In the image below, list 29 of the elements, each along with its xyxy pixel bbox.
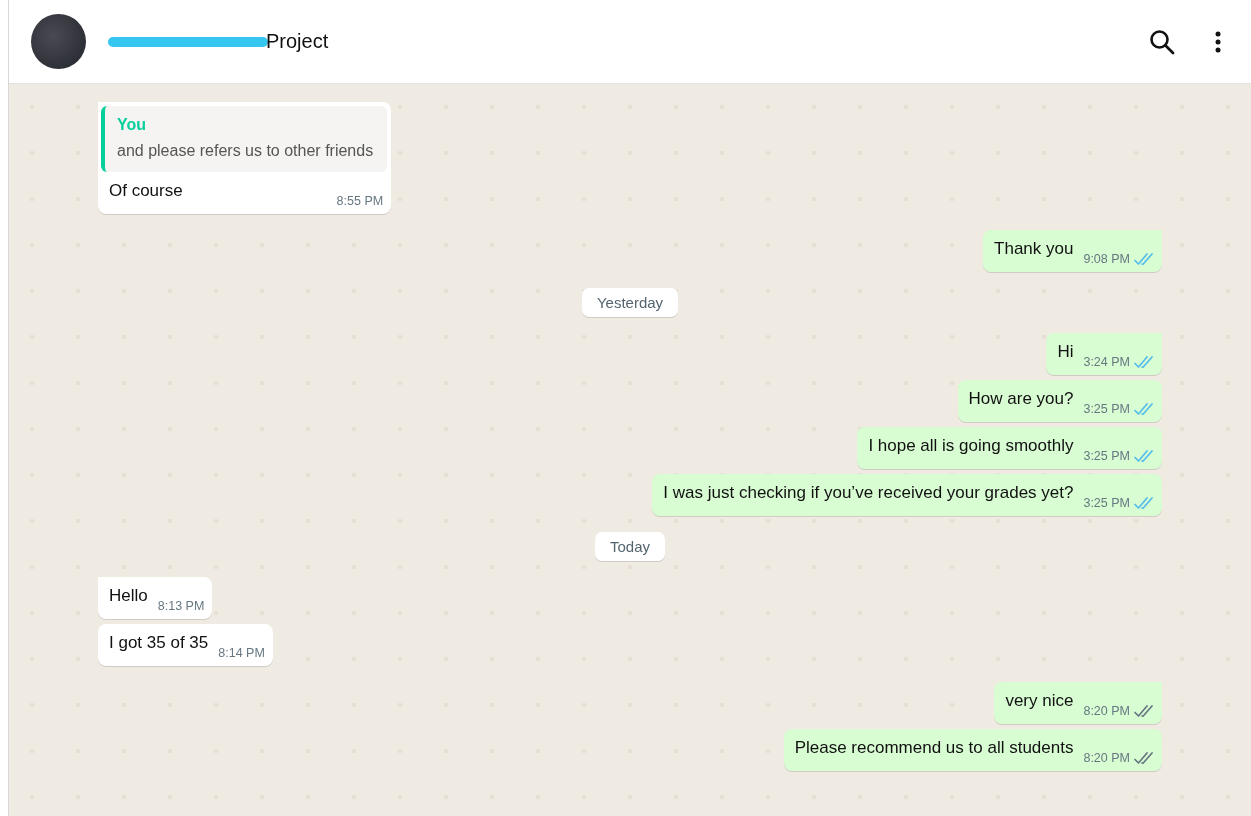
message-text: Thank you — [994, 239, 1074, 260]
avatar-photo-placeholder[interactable] — [31, 14, 86, 69]
message-time: 3:25 PM — [1083, 449, 1130, 463]
message-time: 9:08 PM — [1083, 252, 1130, 266]
message-text: Please recommend us to all students — [794, 738, 1074, 759]
chat-title: Project — [266, 30, 329, 53]
quoted-message[interactable]: You and please refers us to other friends — [101, 106, 388, 172]
search-icon[interactable] — [1149, 28, 1175, 55]
message-time: 3:25 PM — [1083, 402, 1130, 416]
message-time: 8:55 PM — [336, 194, 384, 208]
message-text: I hope all is going smoothly — [868, 436, 1074, 457]
menu-icon[interactable] — [1215, 30, 1221, 53]
message-text: Hi — [1057, 342, 1074, 363]
date-chip: Today — [595, 532, 665, 561]
message-time: 8:20 PM — [1083, 751, 1130, 765]
quote-author: You — [117, 116, 148, 134]
message-text: Of course — [109, 181, 183, 202]
message-text: I was just checking if you’ve received your grades yet? — [663, 483, 1074, 504]
message-text: How are you? — [968, 389, 1074, 410]
message-time: 8:20 PM — [1083, 704, 1130, 718]
message-time: 3:24 PM — [1083, 355, 1130, 369]
message-time: 3:25 PM — [1083, 496, 1130, 510]
message-text: Hello — [109, 586, 148, 607]
message-time: 8:13 PM — [157, 599, 205, 613]
date-chip: Yesterday — [581, 288, 679, 317]
message-text: I got 35 of 35 — [109, 633, 209, 654]
message-time: 8:14 PM — [218, 646, 265, 660]
quote-text: and please refers us to other friends — [117, 142, 374, 160]
message-text: very nice — [1005, 691, 1074, 712]
